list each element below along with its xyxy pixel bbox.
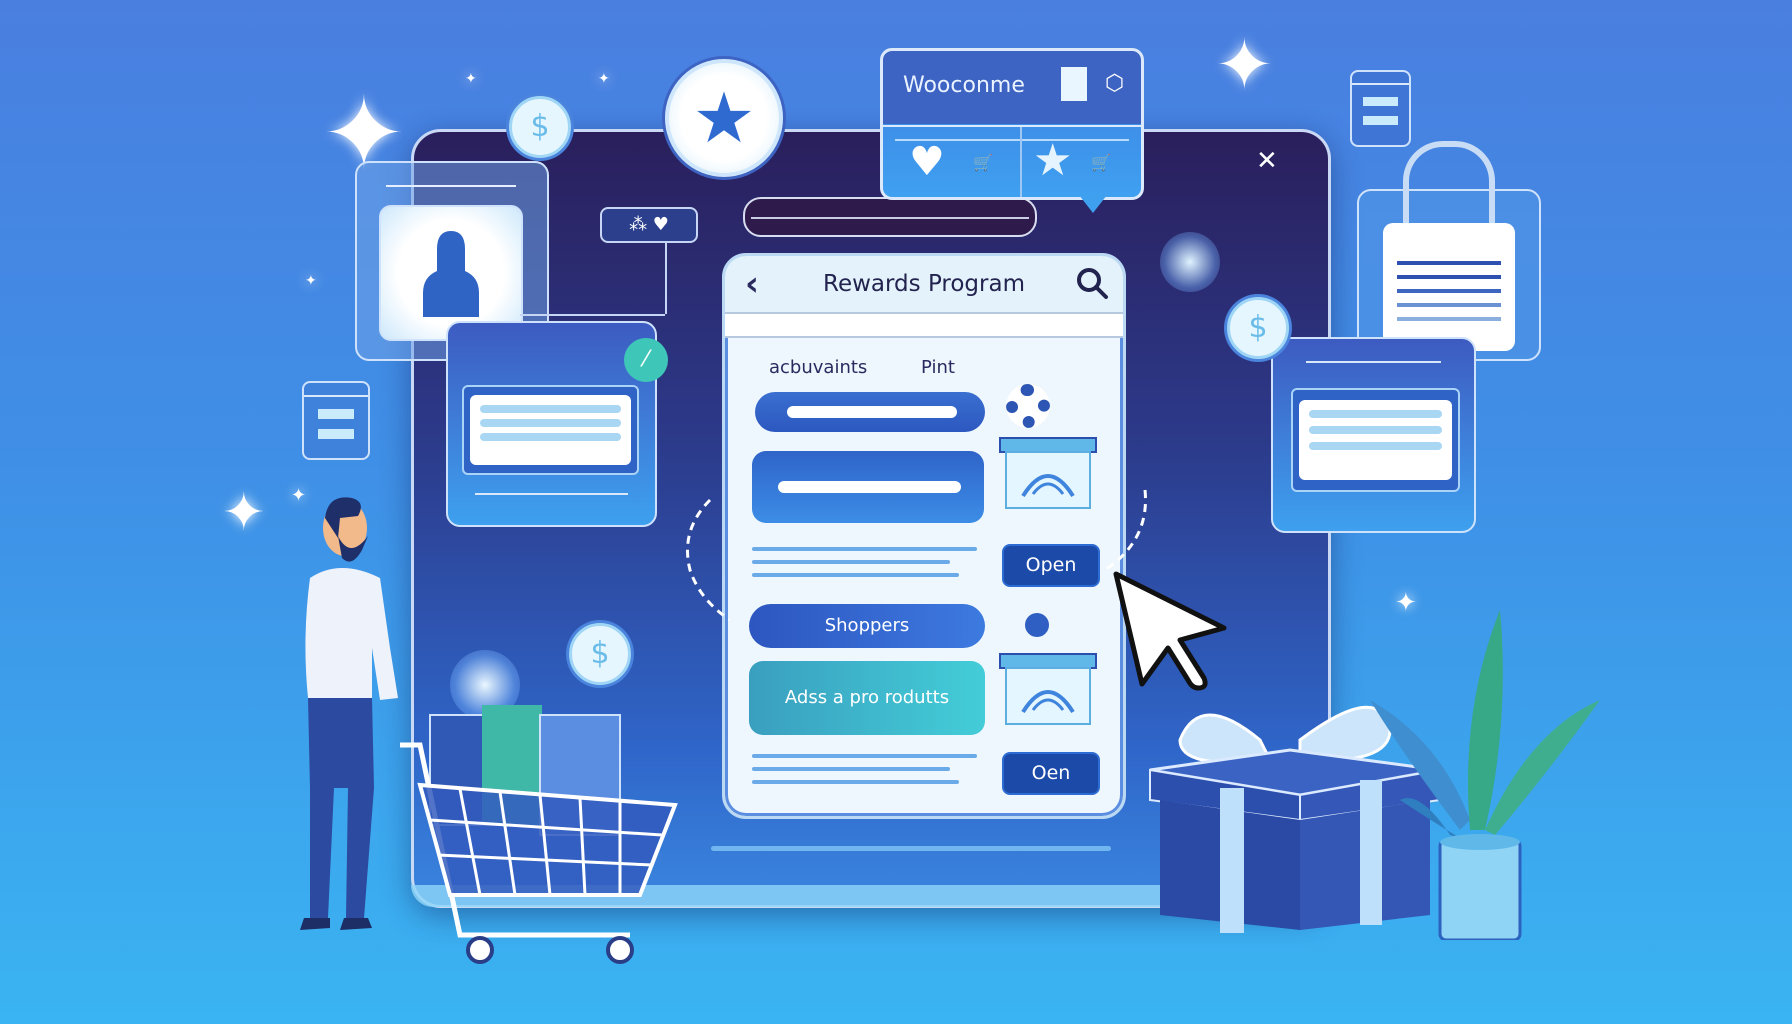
edit-badge[interactable]: ⁄ bbox=[624, 338, 668, 382]
box-icon bbox=[999, 653, 1097, 725]
column-label: Pint bbox=[921, 357, 955, 378]
status-dot bbox=[1025, 613, 1049, 637]
plant-icon bbox=[1370, 610, 1600, 940]
user-silhouette-icon bbox=[423, 231, 479, 317]
box-icon bbox=[999, 437, 1097, 509]
star-badge[interactable]: ★ bbox=[665, 59, 783, 177]
open-button[interactable]: Open bbox=[1002, 544, 1100, 587]
settings-icon[interactable]: ⬡ bbox=[1105, 71, 1124, 96]
text-lines bbox=[752, 754, 977, 793]
star-icon: ★ bbox=[1033, 135, 1073, 186]
popup-title: Wooconme bbox=[903, 73, 1025, 98]
close-icon[interactable]: ✕ bbox=[1256, 146, 1278, 176]
sparkle-icon: ✦ bbox=[222, 483, 266, 543]
dashed-connector bbox=[686, 498, 730, 622]
box-icon bbox=[1061, 67, 1087, 101]
shoppers-button[interactable]: Shoppers bbox=[749, 604, 985, 648]
glow-gem-icon bbox=[1160, 232, 1220, 292]
favorite-button[interactable]: ★ 🛒 bbox=[1029, 135, 1139, 187]
bottom-scrollbar[interactable] bbox=[711, 846, 1111, 851]
connector-line bbox=[665, 241, 667, 314]
store-popup[interactable]: Wooconme ⬡ ♥ 🛒 ★ 🛒 bbox=[880, 48, 1144, 213]
star-icon: ★ bbox=[692, 77, 756, 159]
shopping-cart-icon bbox=[400, 705, 678, 964]
search-button[interactable] bbox=[1075, 266, 1109, 304]
coin-icon: $ bbox=[569, 623, 631, 685]
shopping-bag-card[interactable] bbox=[1357, 141, 1541, 361]
rewards-panel: ‹ Rewards Program acbuvaints Pint Open S… bbox=[722, 253, 1126, 819]
heart-icon: ⁂ ♥ bbox=[629, 214, 669, 235]
sparkle-icon: ✦ bbox=[465, 71, 477, 87]
sparkle-icon: ✦ bbox=[598, 71, 610, 87]
dashed-connector bbox=[1105, 489, 1147, 572]
content-card[interactable] bbox=[1271, 337, 1476, 533]
open-button[interactable]: Oen bbox=[1002, 752, 1100, 795]
sparkle-icon: ✦ bbox=[305, 273, 317, 289]
text-lines bbox=[752, 547, 977, 586]
gear-icon bbox=[1006, 384, 1050, 428]
coin-icon: $ bbox=[509, 96, 571, 158]
panel-title: Rewards Program bbox=[823, 271, 1025, 297]
document-icon bbox=[302, 381, 370, 460]
panel-header: ‹ Rewards Program bbox=[725, 256, 1123, 314]
add-products-card[interactable]: Adss a pro rodutts bbox=[749, 661, 985, 735]
cart-icon: 🛒 bbox=[1091, 153, 1111, 172]
reward-card[interactable] bbox=[752, 451, 984, 523]
favorite-tag[interactable]: ⁂ ♥ bbox=[600, 207, 698, 243]
heart-icon: ♥ bbox=[909, 139, 945, 185]
sparkle-icon: ✦ bbox=[1215, 24, 1274, 106]
cart-icon: 🛒 bbox=[973, 153, 993, 172]
coin-icon: $ bbox=[1227, 297, 1289, 359]
wishlist-button[interactable]: ♥ 🛒 bbox=[903, 139, 1013, 187]
connector-line bbox=[520, 314, 665, 316]
search-icon bbox=[1077, 268, 1108, 299]
column-label: acbuvaints bbox=[769, 357, 868, 378]
address-bar[interactable] bbox=[743, 197, 1037, 237]
document-icon bbox=[1350, 70, 1411, 147]
reward-option[interactable] bbox=[755, 392, 985, 432]
